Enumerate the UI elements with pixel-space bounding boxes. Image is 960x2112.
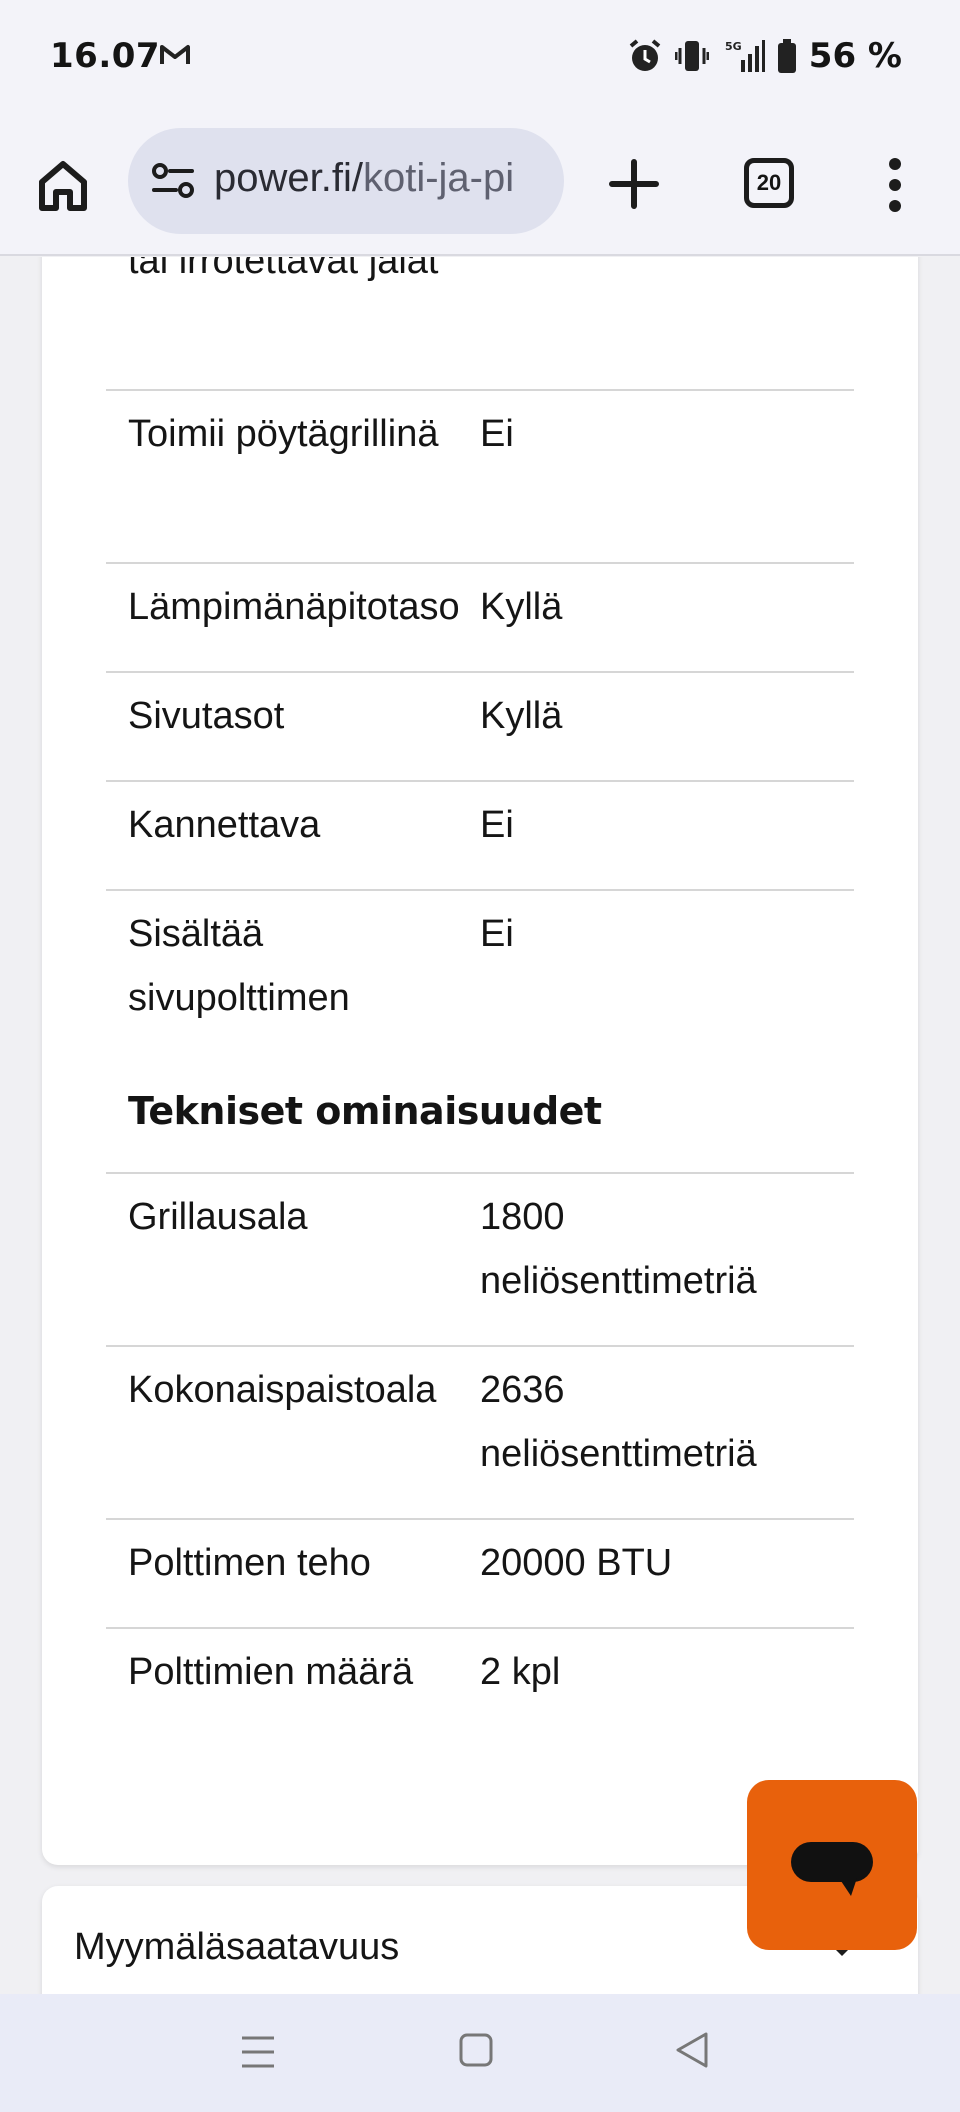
spec-value: Ei [480,804,514,846]
spec-value: 2 kpl [480,1651,561,1693]
plus-icon [609,159,659,209]
alarm-icon [629,39,661,71]
divider [106,780,854,782]
spec-value: Ei [480,913,514,955]
store-availability-label: Myymäläsaatavuus [74,1926,400,1968]
status-icons: 5G 56 % [627,36,902,76]
spec-value: 2636 neliösenttimetriä [480,1369,757,1475]
chat-bubble-icon [791,1842,873,1896]
recents-icon [242,2036,274,2068]
spec-label: Sivutasot [128,695,285,737]
more-menu-button[interactable] [882,156,908,214]
url-domain: power.fi/ [214,156,363,200]
section-heading: Tekniset ominaisuudet [128,1089,602,1133]
divider [106,1518,854,1520]
svg-text:5G: 5G [725,40,742,53]
url-text[interactable]: power.fi/koti-ja-pi [214,156,514,201]
new-tab-button[interactable] [608,158,660,210]
status-time: 16.07 [50,36,161,76]
page-content: tai irrotettavat jalat Toimii pöytägrill… [0,257,960,1994]
spec-label: Kokonaispaistoala [128,1369,437,1411]
divider [106,1627,854,1629]
spec-label: tai irrotettavat jalat [128,257,439,282]
divider [106,889,854,891]
status-bar: 16.07 5G 56 % [0,0,960,118]
divider [106,389,854,391]
system-nav-bar [0,1994,960,2112]
gmail-icon [160,44,190,70]
url-path: koti-ja-pi [362,156,515,200]
tab-switcher-button[interactable]: 20 [744,158,794,208]
spec-value: 1800 neliösenttimetriä [480,1196,757,1302]
vibrate-icon [674,41,709,71]
chat-button[interactable] [747,1780,917,1950]
spec-label: Grillausala [128,1196,308,1238]
divider [106,1172,854,1174]
divider [106,671,854,673]
spec-label: Kannettava [128,804,321,846]
recents-button[interactable] [240,2032,276,2076]
divider [106,562,854,564]
spec-value: 20000 BTU [480,1542,673,1584]
more-vert-icon [889,158,901,212]
signal-5g-icon: 5G [725,40,765,72]
nav-home-button[interactable] [458,2030,494,2074]
site-settings-icon[interactable] [152,162,194,204]
battery-percent: 56 % [808,36,902,76]
spec-value: Kyllä [480,586,563,628]
divider [106,1345,854,1347]
spec-label: Polttimien määrä [128,1651,414,1693]
battery-icon [777,39,796,73]
spec-label: Lämpimänäpitotaso [128,586,460,628]
home-square-icon [459,2033,493,2067]
browser-toolbar: power.fi/koti-ja-pi 20 [0,118,960,256]
address-bar[interactable]: power.fi/koti-ja-pi [128,128,564,234]
spec-value: Ei [480,413,514,455]
specifications-card: tai irrotettavat jalat Toimii pöytägrill… [42,257,918,1865]
spec-value: Kyllä [480,695,563,737]
home-icon [39,161,87,211]
back-icon [676,2032,708,2068]
nav-back-button[interactable] [674,2030,710,2074]
home-button[interactable] [34,156,92,214]
spec-label: Polttimen teho [128,1542,371,1584]
spec-label: Sisältää sivupolttimen [128,913,350,1019]
spec-label: Toimii pöytägrillinä [128,413,439,455]
